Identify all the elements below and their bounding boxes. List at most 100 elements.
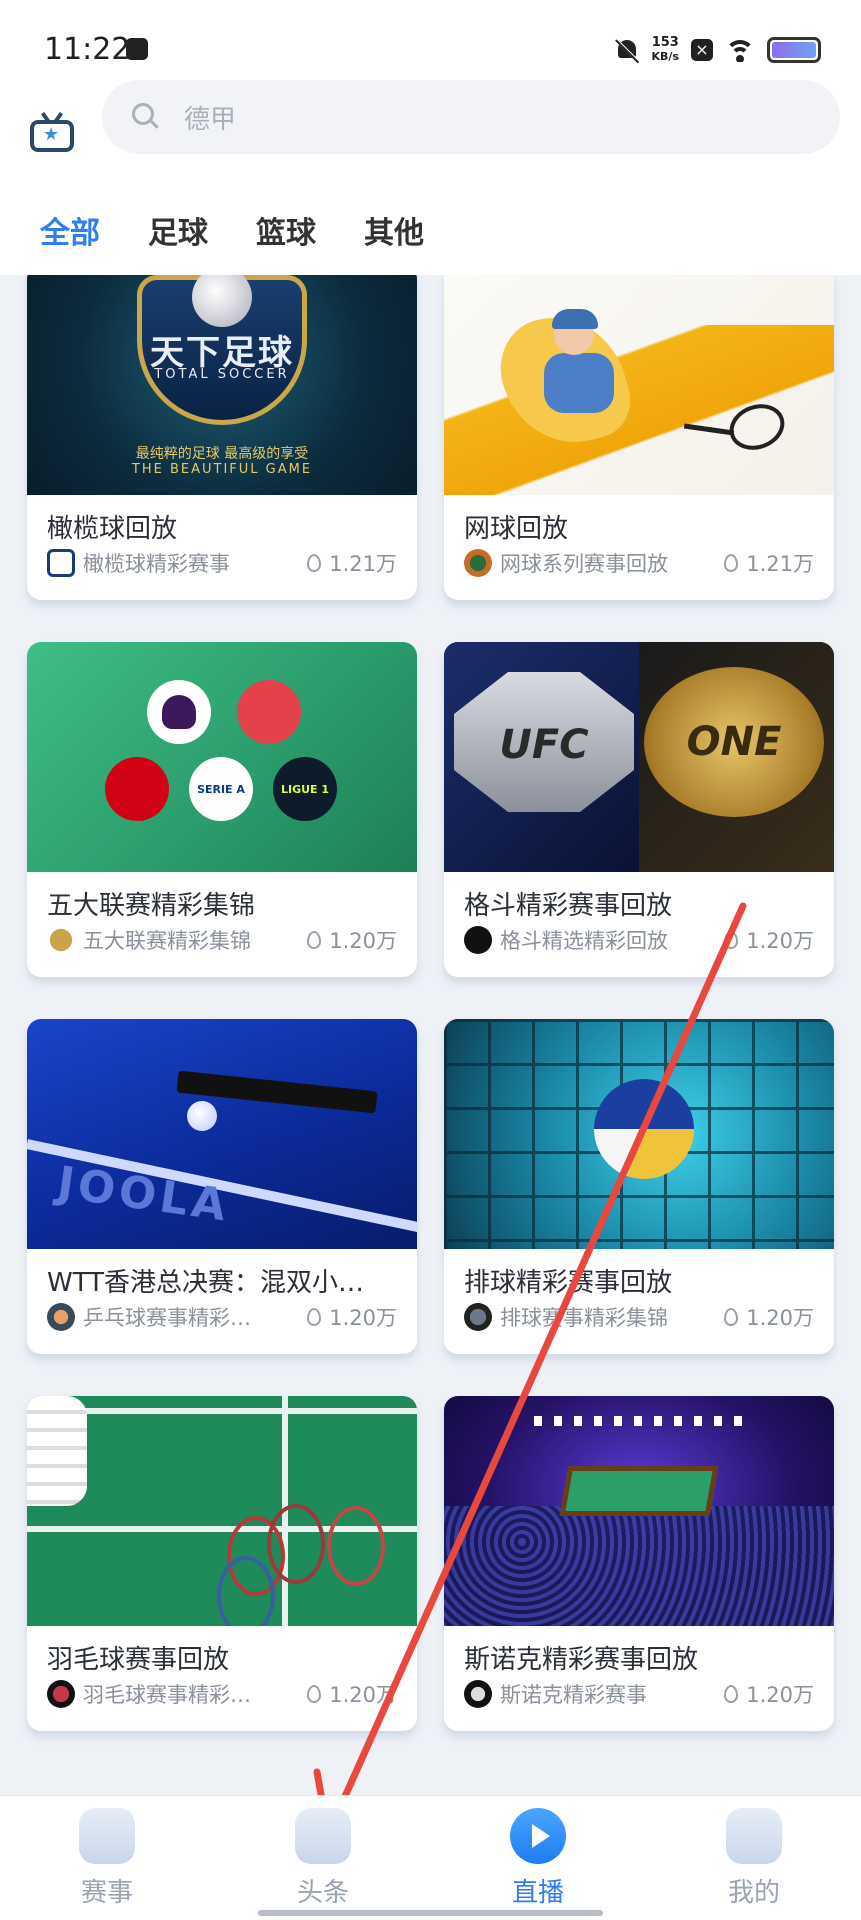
card-title: 网球回放: [464, 514, 569, 544]
thumbnail-logo-text: TOTAL SOCCER: [154, 367, 290, 382]
thumbnail-subtitle: 最纯粹的足球 最高级的享受: [135, 446, 309, 462]
card-source: 橄榄球精彩赛事: [83, 552, 230, 576]
video-card-five-leagues[interactable]: SERIE A LIGUE 1 五大联赛精彩集锦 五大联赛精彩集锦 1.20万: [27, 642, 417, 977]
wifi-icon: [725, 38, 755, 62]
card-thumbnail: [444, 1396, 834, 1626]
nav-events-label: 赛事: [80, 1878, 133, 1908]
network-speed: 153 KB/s: [652, 36, 679, 64]
nav-headlines[interactable]: 头条: [263, 1808, 383, 1909]
card-source: 乒乓球赛事精彩…: [83, 1306, 251, 1330]
card-source: 斯诺克精彩赛事: [500, 1683, 647, 1707]
nav-profile[interactable]: 我的: [694, 1808, 814, 1909]
card-title: 五大联赛精彩集锦: [47, 891, 256, 921]
tab-basketball[interactable]: 篮球: [256, 208, 316, 252]
card-meta: 羽毛球赛事精彩… 1.20万: [47, 1678, 397, 1710]
bundesliga-logo-icon: [105, 757, 169, 821]
flame-icon: [307, 931, 322, 949]
wwe-logo-icon: [464, 926, 492, 954]
video-card-badminton[interactable]: 羽毛球赛事回放 羽毛球赛事精彩… 1.20万: [27, 1396, 417, 1731]
nav-live[interactable]: 直播: [478, 1808, 598, 1909]
card-thumbnail: [444, 1019, 834, 1249]
ufc-belt-text: UFC: [499, 722, 589, 768]
card-meta: 网球系列赛事回放 1.21万: [464, 547, 814, 579]
network-speed-value: 153: [651, 35, 679, 50]
card-heat: 1.21万: [329, 552, 397, 576]
tab-all[interactable]: 全部: [40, 208, 100, 252]
profile-icon: [726, 1808, 782, 1864]
card-title: 橄榄球回放: [47, 514, 178, 544]
card-source: 羽毛球赛事精彩…: [83, 1683, 251, 1707]
badminton-logo-icon: [47, 1680, 75, 1708]
card-thumbnail: [27, 1396, 417, 1626]
card-title: 斯诺克精彩赛事回放: [464, 1645, 699, 1675]
card-thumbnail: JOOLA: [27, 1019, 417, 1249]
tv-icon[interactable]: ★: [30, 111, 74, 154]
search-input[interactable]: 德甲: [102, 80, 840, 154]
one-belt: ONE: [644, 667, 824, 817]
bottom-nav: 赛事 头条 直播 我的: [0, 1795, 861, 1920]
one-belt-text: ONE: [686, 719, 782, 765]
nfl-logo-icon: [47, 549, 75, 577]
card-thumbnail: [444, 275, 834, 495]
bell-off-icon: [614, 37, 640, 64]
x-app-icon: ×: [691, 39, 713, 61]
card-heat: 1.20万: [746, 929, 814, 953]
video-card-rugby[interactable]: 天下足球 TOTAL SOCCER 最纯粹的足球 最高级的享受 THE BEAU…: [27, 275, 417, 600]
serie-a-logo: SERIE A: [189, 757, 253, 821]
trophy-icon: [79, 1808, 135, 1864]
tab-football[interactable]: 足球: [148, 208, 208, 252]
tab-other[interactable]: 其他: [364, 208, 424, 252]
home-indicator[interactable]: [258, 1910, 603, 1916]
flame-icon: [307, 1685, 322, 1703]
card-thumbnail: UFC ONE: [444, 642, 834, 872]
video-card-table-tennis[interactable]: JOOLA WTT香港总决赛：混双小… 乒乓球赛事精彩… 1.20万: [27, 1019, 417, 1354]
leagues-logo-icon: [47, 926, 75, 954]
video-card-tennis[interactable]: 网球回放 网球系列赛事回放 1.21万: [444, 275, 834, 600]
laliga-logo-icon: [237, 680, 301, 744]
roland-garros-logo-icon: [464, 549, 492, 577]
play-icon: [510, 1808, 566, 1864]
news-icon: [295, 1808, 351, 1864]
nav-headlines-label: 头条: [296, 1878, 349, 1908]
card-meta: 斯诺克精彩赛事 1.20万: [464, 1678, 814, 1710]
card-thumbnail: SERIE A LIGUE 1: [27, 642, 417, 872]
nav-events[interactable]: 赛事: [47, 1808, 167, 1909]
search-icon: [132, 103, 159, 129]
header: ★ 德甲 全部 足球 篮球 其他: [0, 80, 861, 275]
card-heat: 1.20万: [746, 1683, 814, 1707]
video-card-fighting[interactable]: UFC ONE 格斗精彩赛事回放 格斗精选精彩回放 1.20万: [444, 642, 834, 977]
status-time: 11:22: [44, 32, 131, 67]
thumbnail-brand: JOOLA: [54, 1157, 233, 1232]
card-title: 羽毛球赛事回放: [47, 1645, 230, 1675]
card-title: 格斗精彩赛事回放: [464, 891, 673, 921]
card-heat: 1.20万: [329, 929, 397, 953]
card-source: 格斗精选精彩回放: [500, 929, 668, 953]
flame-icon: [724, 554, 739, 572]
card-meta: 乒乓球赛事精彩… 1.20万: [47, 1301, 397, 1333]
card-meta: 五大联赛精彩集锦 1.20万: [47, 924, 397, 956]
card-source: 五大联赛精彩集锦: [83, 929, 251, 953]
card-heat: 1.21万: [746, 552, 814, 576]
battery-icon: [767, 37, 821, 63]
nav-profile-label: 我的: [727, 1878, 780, 1908]
snooker-logo-icon: [464, 1680, 492, 1708]
video-card-snooker[interactable]: 斯诺克精彩赛事回放 斯诺克精彩赛事 1.20万: [444, 1396, 834, 1731]
category-tabs: 全部 足球 篮球 其他: [40, 208, 424, 252]
volleyball-logo-icon: [464, 1303, 492, 1331]
message-icon: [126, 38, 148, 60]
video-card-volleyball[interactable]: 排球精彩赛事回放 排球赛事精彩集锦 1.20万: [444, 1019, 834, 1354]
card-heat: 1.20万: [329, 1683, 397, 1707]
card-source: 排球赛事精彩集锦: [500, 1306, 668, 1330]
card-meta: 橄榄球精彩赛事 1.21万: [47, 547, 397, 579]
card-heat: 1.20万: [746, 1306, 814, 1330]
flame-icon: [724, 1308, 739, 1326]
table-tennis-logo-icon: [47, 1303, 75, 1331]
card-heat: 1.20万: [329, 1306, 397, 1330]
nav-live-label: 直播: [511, 1878, 564, 1908]
flame-icon: [724, 1685, 739, 1703]
flame-icon: [307, 554, 322, 572]
video-grid: 天下足球 TOTAL SOCCER 最纯粹的足球 最高级的享受 THE BEAU…: [0, 275, 861, 1795]
thumbnail-tagline: THE BEAUTIFUL GAME: [131, 462, 313, 477]
ufc-belt: UFC: [454, 672, 634, 812]
status-icons: 153 KB/s ×: [614, 32, 821, 68]
